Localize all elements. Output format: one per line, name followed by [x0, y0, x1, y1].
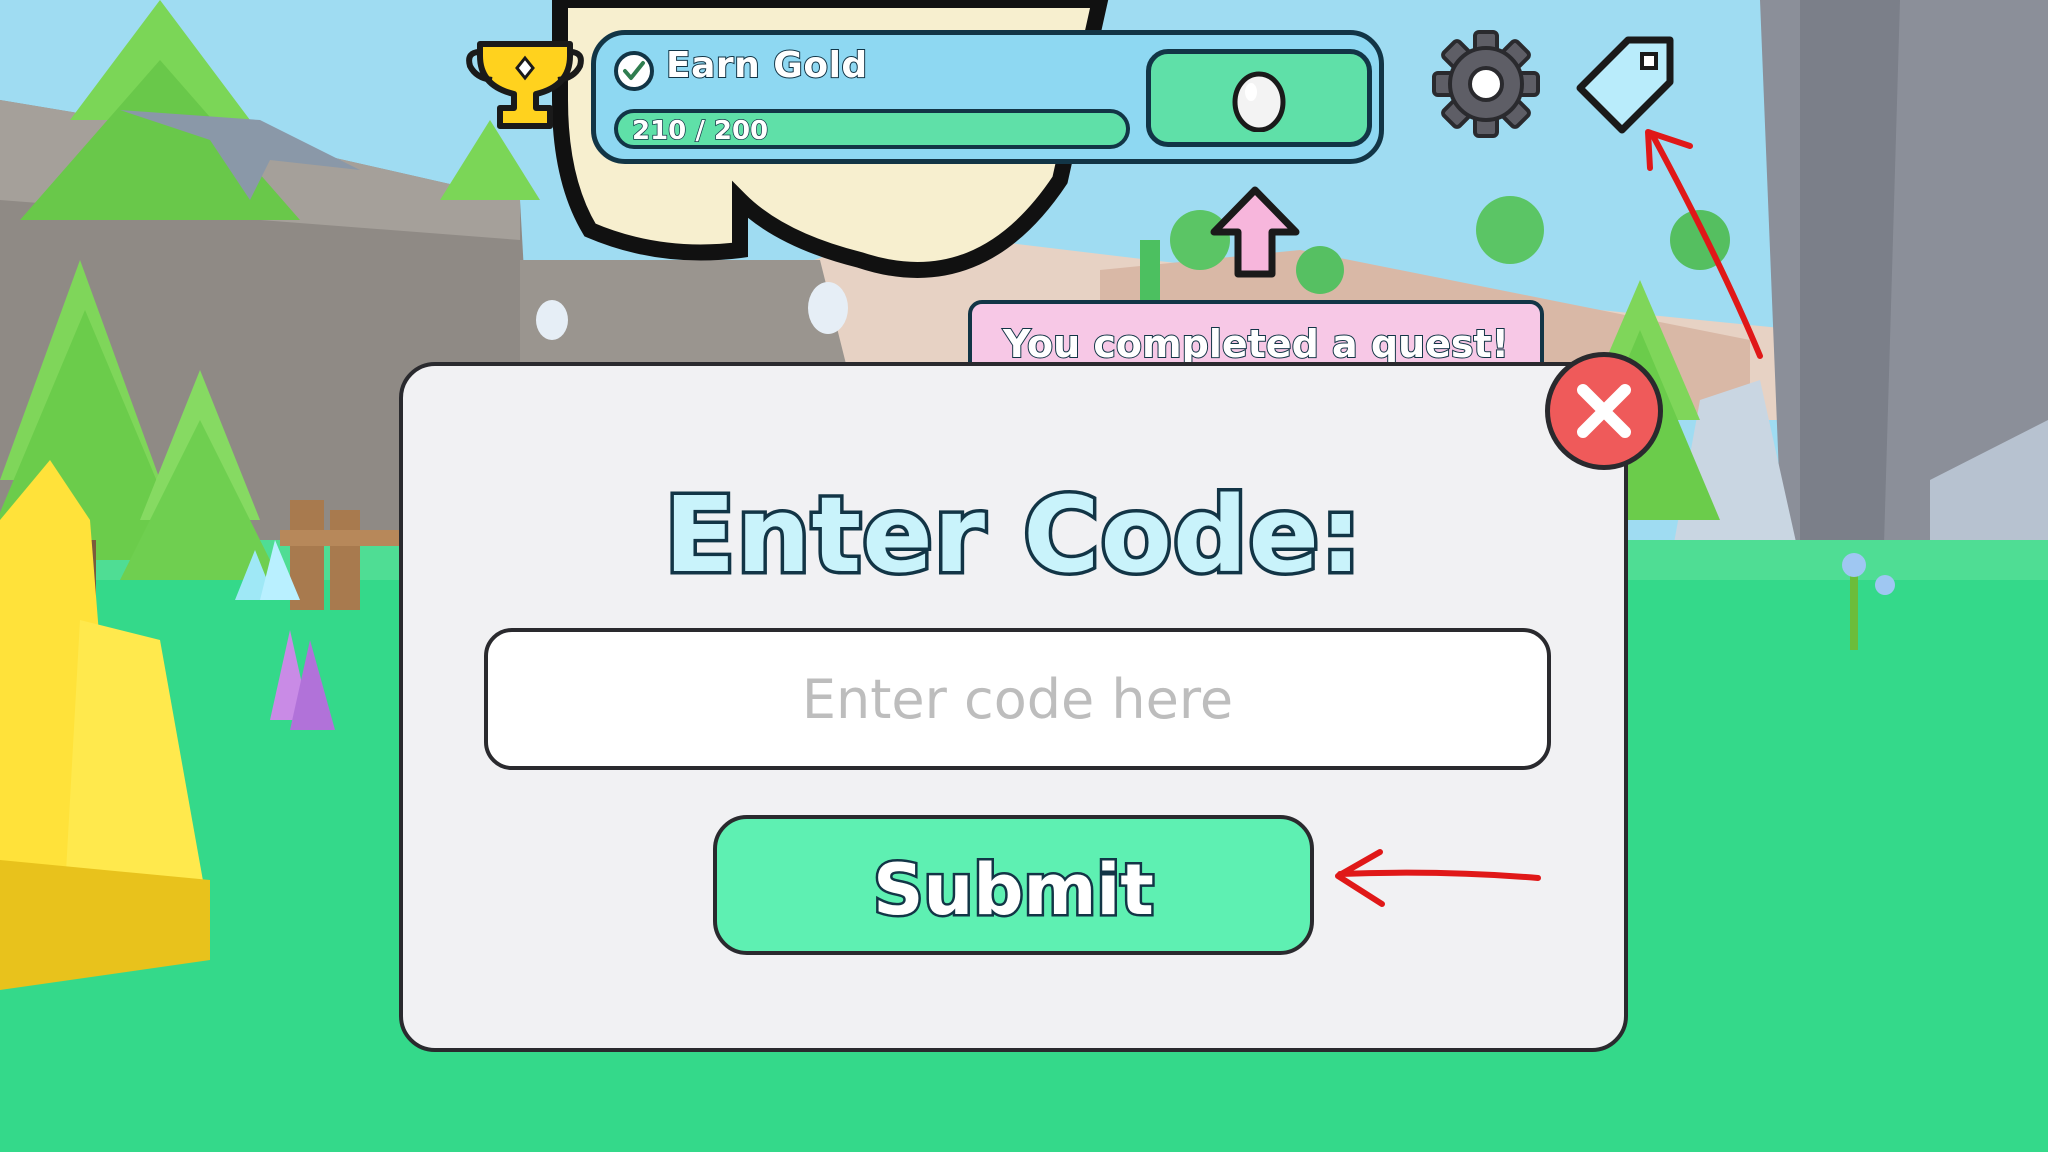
- annotation-arrow-to-submit: [1337, 869, 1541, 881]
- annotation-arrows: [1335, 129, 1763, 907]
- annotation-arrowhead-submit: [1335, 849, 1385, 907]
- annotation-arrow-to-tag: [1649, 131, 1763, 359]
